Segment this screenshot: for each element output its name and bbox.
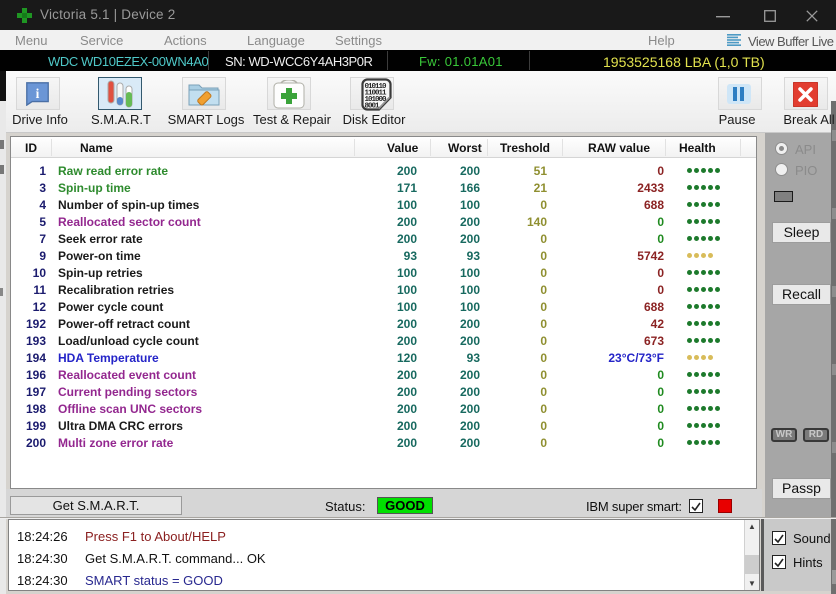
svg-text:8001: 8001: [365, 103, 381, 111]
svg-text:i: i: [36, 86, 40, 101]
